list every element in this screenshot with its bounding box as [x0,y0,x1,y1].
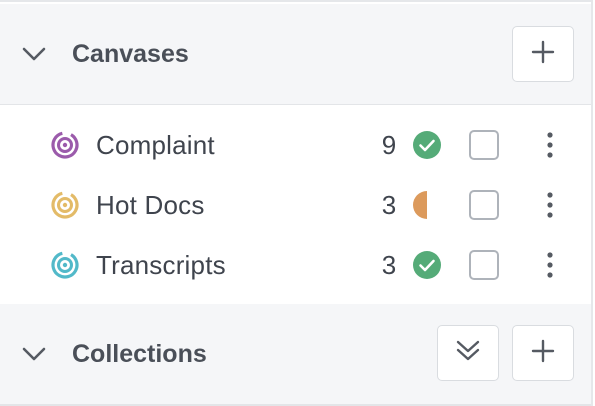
half-circle-icon [412,190,442,220]
expand-all-button[interactable] [437,325,499,381]
plus-icon [531,40,555,69]
more-vertical-icon[interactable] [540,130,560,160]
collections-title: Collections [72,339,207,368]
target-icon [51,131,79,159]
add-canvas-button[interactable] [512,26,574,82]
canvas-count: 3 [381,249,397,280]
canvas-count: 9 [381,129,397,160]
canvas-checkbox[interactable] [469,250,499,280]
target-icon [51,251,79,279]
canvases-title: Canvases [72,39,189,68]
canvas-checkbox[interactable] [469,130,499,160]
canvases-section-header[interactable]: Canvases [0,4,591,105]
check-circle-icon [412,250,442,280]
more-vertical-icon[interactable] [540,190,560,220]
sidebar-panel: Canvases Complaint 9 Hot Docs 3 Transcripts 3… [0,0,593,406]
canvas-list-item[interactable]: Transcripts 3 [0,235,591,295]
chevron-down-icon[interactable] [20,40,48,68]
chevron-down-icon[interactable] [20,340,48,368]
add-collection-button[interactable] [512,325,574,381]
canvas-checkbox[interactable] [469,190,499,220]
canvas-list-item[interactable]: Hot Docs 3 [0,175,591,235]
more-vertical-icon[interactable] [540,250,560,280]
canvas-list-item[interactable]: Complaint 9 [0,115,591,175]
canvas-count: 3 [381,189,397,220]
canvas-label[interactable]: Hot Docs [96,190,205,221]
target-icon [51,191,79,219]
canvas-label[interactable]: Transcripts [96,250,226,281]
collections-section-header[interactable]: Collections [0,304,591,406]
plus-icon [531,339,555,368]
check-circle-icon [412,130,442,160]
canvas-label[interactable]: Complaint [96,130,215,161]
double-chevron-down-icon [454,337,482,370]
